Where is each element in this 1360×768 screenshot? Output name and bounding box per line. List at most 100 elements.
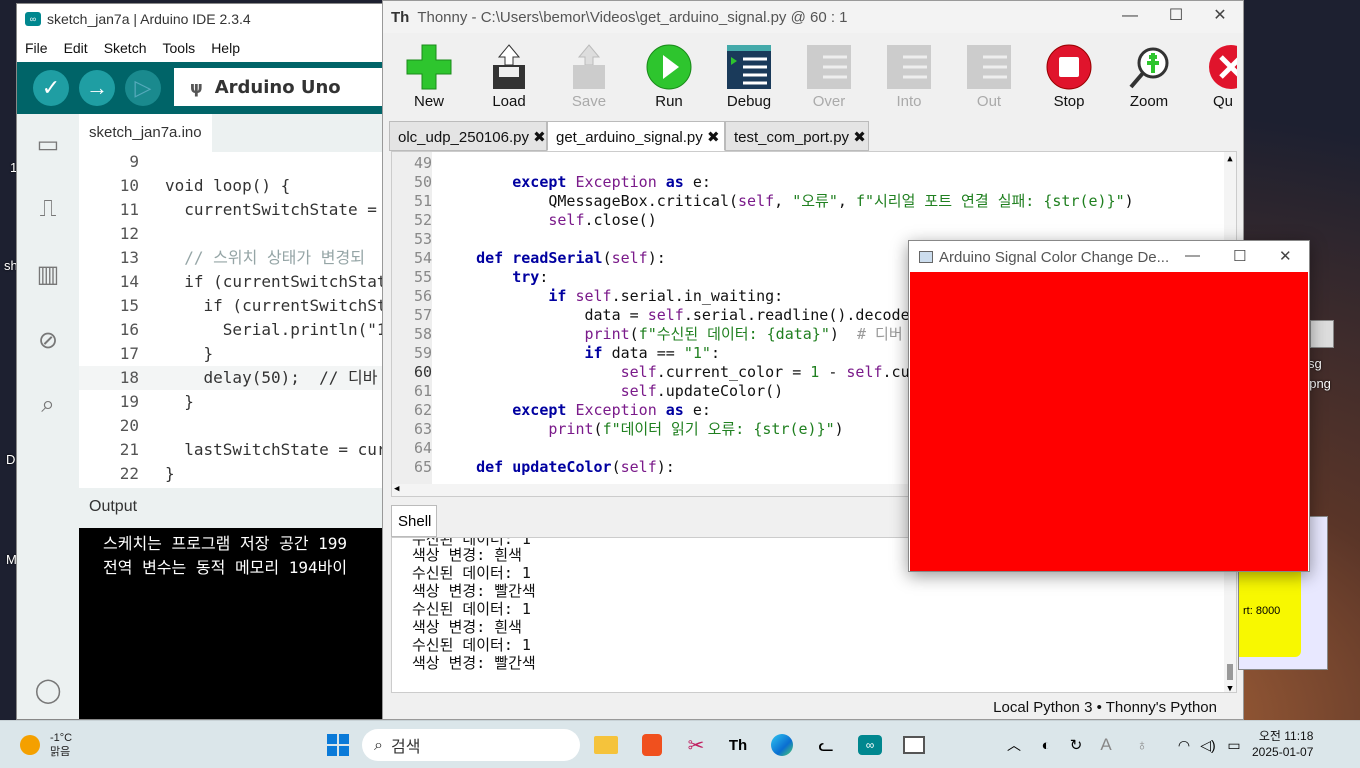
new-button[interactable]: New [393,41,465,113]
code-line: if (currentSwitchStat [165,272,387,291]
minimize-button[interactable]: — [1185,247,1200,264]
step-out-button[interactable]: Out [953,41,1025,113]
security-icon[interactable]: ◐ [1030,729,1062,761]
arduino-taskbar-icon[interactable]: ∞ [854,729,886,761]
board-selector[interactable]: ψ Arduino Uno [174,68,394,106]
yellow-panel: rt: 8000 [1239,557,1301,657]
line-number: 21 [119,440,139,459]
cat-app-icon[interactable]: ᓚ [810,729,842,761]
menu-file[interactable]: File [17,40,56,56]
output-console[interactable]: 스케치는 프로그램 저장 공간 199 전역 변수는 동적 메모리 194바이 [79,528,395,719]
debug-button[interactable]: Debug [713,41,785,113]
verify-button[interactable]: ✓ [33,70,69,106]
close-tab-icon[interactable]: ✖ [533,129,546,146]
desktop-file-icon[interactable] [1310,320,1334,348]
boards-manager-icon[interactable]: ⎍ [33,194,63,224]
upload-button[interactable]: → [79,70,115,106]
zoom-button[interactable]: Zoom [1113,41,1185,113]
save-button[interactable]: Save [553,41,625,113]
code-line: // 스위치 상태가 변경되 [165,248,365,267]
clock[interactable]: 오전 11:18 2025-01-07 [1252,728,1313,760]
search-icon[interactable]: ⌕ [33,390,63,420]
close-button[interactable]: ✕ [1197,1,1243,33]
menu-sketch[interactable]: Sketch [96,40,155,56]
tab-sketch[interactable]: sketch_jan7a.ino [79,114,212,152]
edge-browser-icon[interactable] [766,729,798,761]
new-label: New [413,93,444,110]
weather-widget[interactable]: -1°C 맑음 [20,729,72,761]
clock-date: 2025-01-07 [1252,745,1314,759]
taskbar-search[interactable]: ⌕ 검색 [362,729,580,761]
interpreter-status[interactable]: Local Python 3 • Thonny's Python [383,695,1243,719]
battery-icon[interactable]: ▭ [1218,729,1250,761]
line-number: 17 [119,344,139,363]
tab-olc-udp[interactable]: olc_udp_250106.py ✖ [389,121,547,151]
menu-tools[interactable]: Tools [155,40,204,56]
account-icon[interactable]: ◯ [33,676,63,706]
step-over-button[interactable]: Over [793,41,865,113]
step-into-label: Into [896,93,922,110]
tab-shell[interactable]: Shell [391,505,437,537]
close-tab-icon[interactable]: ✖ [707,129,720,146]
arduino-titlebar[interactable]: ∞ sketch_jan7a | Arduino IDE 2.3.4 [17,4,395,34]
maximize-button[interactable]: ☐ [1153,1,1199,33]
line-number: 56 [392,287,432,306]
minimize-button[interactable]: — [1107,1,1153,33]
python-window-icon[interactable] [898,729,930,761]
code-line: print(f"수신된 데이터: {data}") # 디버 [584,325,903,343]
arduino-code-editor[interactable]: 9 10 void loop() { 11 currentSwitchState … [79,152,395,486]
debug-panel-icon[interactable]: ⊘ [33,326,63,356]
line-number: 63 [392,420,432,439]
line-number: 50 [392,173,432,192]
menu-edit[interactable]: Edit [56,40,96,56]
zoom-label: Zoom [1129,93,1169,110]
line-number: 18 [119,368,139,387]
code-line: self.close() [548,211,657,229]
ime-icon[interactable]: A [1090,729,1122,761]
step-out-label: Out [976,93,1002,110]
thonny-taskbar-icon[interactable]: Th [722,729,754,761]
maximize-button[interactable]: ☐ [1233,247,1246,265]
signal-titlebar[interactable]: Arduino Signal Color Change De... — ☐ ✕ [909,241,1309,273]
line-number: 13 [119,248,139,267]
run-button[interactable]: Run [633,41,705,113]
taskbar: -1°C 맑음 ⌕ 검색 ✂ Th ᓚ ∞ ︿ ◐ ↻ A ♁ ◠ ◁) ▭ 오전… [0,720,1360,768]
code-line: if data == "1": [584,344,720,362]
line-number: 20 [119,416,139,435]
tab-get-arduino-signal[interactable]: get_arduino_signal.py ✖ [547,121,725,151]
load-button[interactable]: Load [473,41,545,113]
stop-icon [1033,41,1105,93]
snipping-tool-icon[interactable]: ✂ [680,729,712,761]
sync-icon[interactable]: ↻ [1060,729,1092,761]
library-icon[interactable]: ▥ [33,260,63,290]
folder-icon[interactable]: ▭ [33,130,63,160]
step-into-button[interactable]: Into [873,41,945,113]
tab-label: test_com_port.py [734,129,850,146]
stop-button[interactable]: Stop [1033,41,1105,113]
start-button[interactable] [322,729,354,761]
desktop-fragment[interactable]: sg [1308,356,1322,371]
code-line: currentSwitchState = [165,200,377,219]
line-number: 62 [392,401,432,420]
shell-line: 색상 변경: 흰색 [412,546,522,564]
new-icon [393,41,465,93]
quit-button[interactable]: Qu [1193,41,1237,113]
close-tab-icon[interactable]: ✖ [853,129,866,146]
usb-device-icon[interactable]: ♁ [1126,729,1158,761]
code-line: data = self.serial.readline().decode [440,306,910,324]
desktop-fragment: D [6,452,16,467]
shell-line: 색상 변경: 빨간색 [412,654,536,672]
show-hidden-icons[interactable]: ︿ [998,729,1030,761]
run-icon [633,41,705,93]
file-explorer-icon[interactable] [590,729,622,761]
tab-label: get_arduino_signal.py [556,129,703,146]
debug-label: Debug [726,93,772,110]
arduino-toolbar: ✓ → ▷ ψ Arduino Uno [17,62,395,114]
line-number: 60 [392,363,432,382]
debug-button[interactable]: ▷ [125,70,161,106]
brave-browser-icon[interactable] [636,729,668,761]
tab-test-com-port[interactable]: test_com_port.py ✖ [725,121,869,151]
menu-help[interactable]: Help [203,40,248,56]
board-name: Arduino Uno [214,76,341,98]
close-button[interactable]: ✕ [1279,247,1292,265]
